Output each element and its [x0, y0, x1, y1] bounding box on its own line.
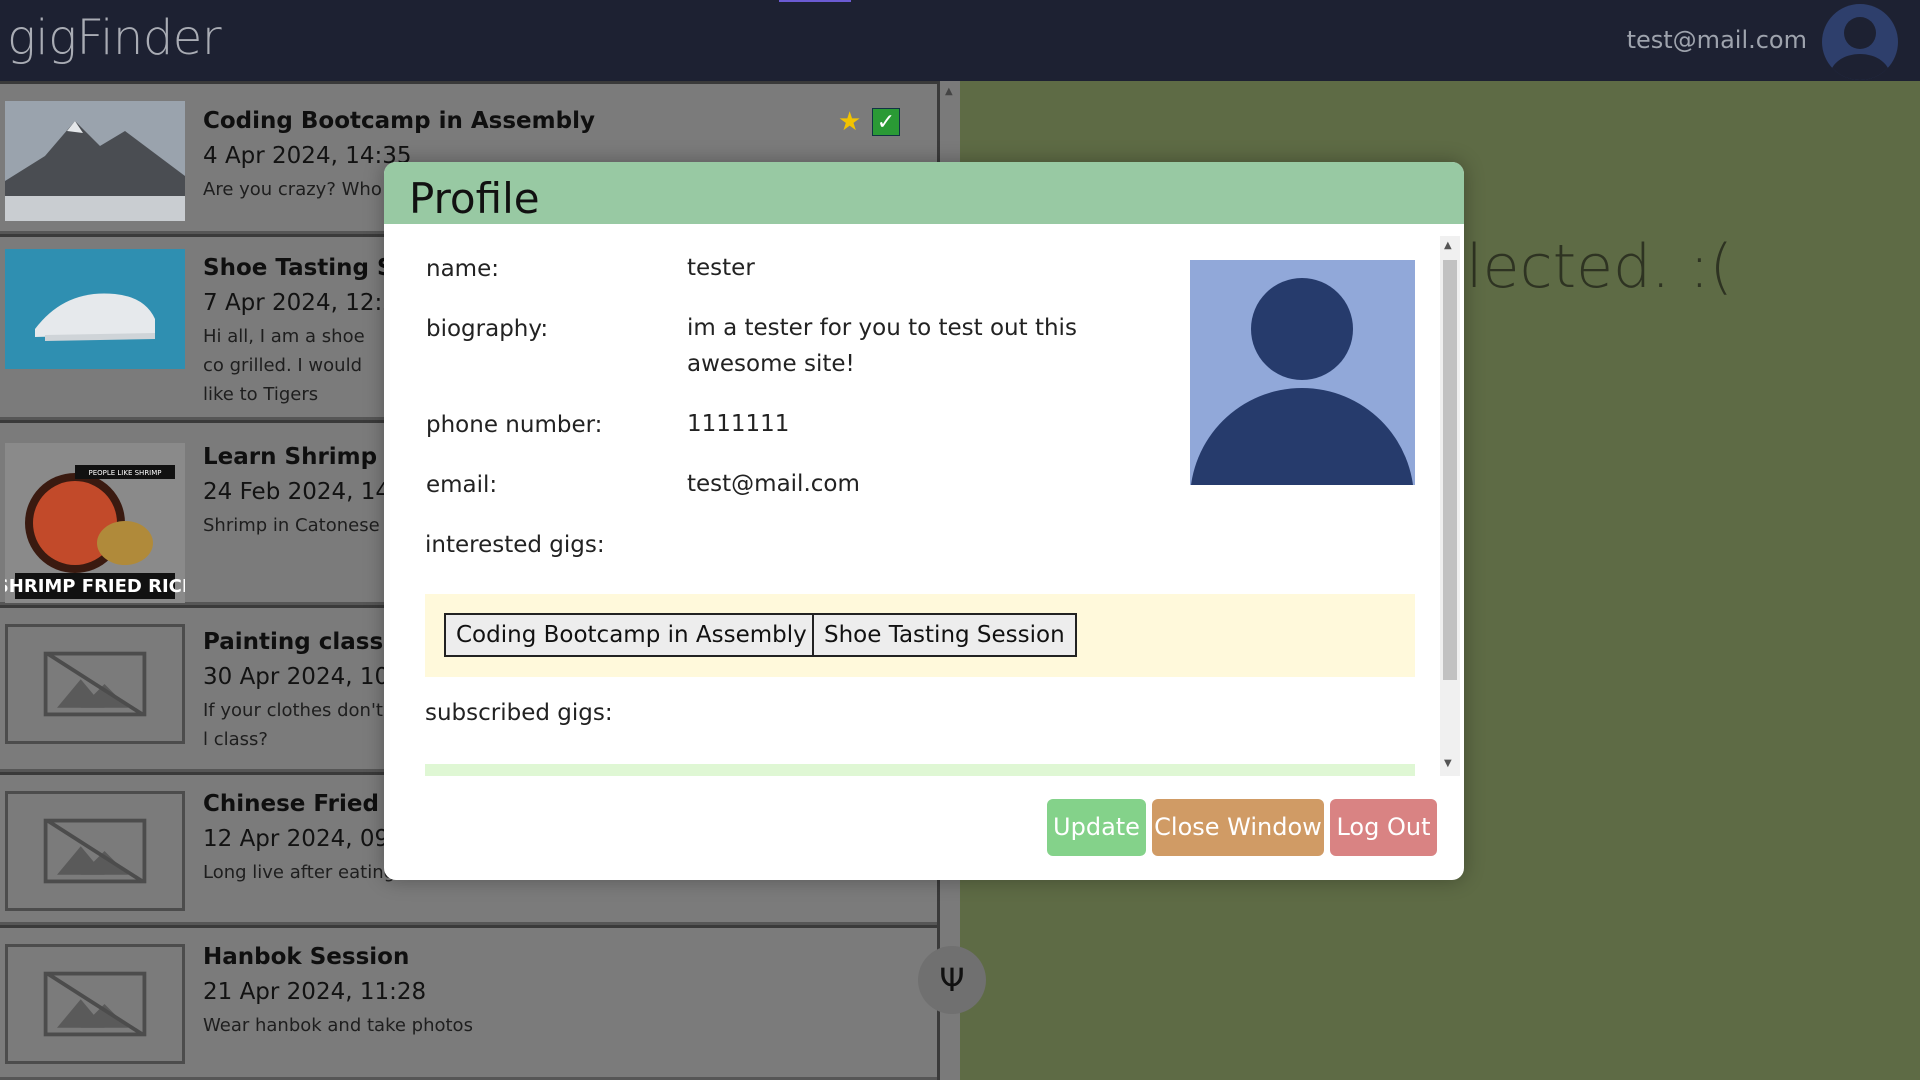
star-icon[interactable]: ★ [838, 108, 866, 136]
shrimp-thumb-label: SHRIMP FRIED RICE [5, 576, 185, 597]
interested-gig-chip[interactable]: Shoe Tasting Session [812, 613, 1077, 657]
subscribed-gigs-list [425, 764, 1415, 776]
biography-value: im a tester for you to test out this awe… [687, 315, 1077, 377]
gig-title: Painting class [203, 629, 384, 655]
scroll-up-arrow-icon[interactable]: ▲ [1444, 240, 1452, 251]
app-title[interactable]: gigFinder [7, 10, 222, 66]
check-icon[interactable]: ✓ [872, 108, 900, 136]
gig-date: 4 Apr 2024, 14:35 [203, 143, 412, 169]
interested-gig-chip[interactable]: Coding Bootcamp in Assembly [444, 613, 819, 657]
shrimp-thumb-caption: PEOPLE LIKE SHRIMP [88, 469, 161, 477]
interested-gigs-list: Coding Bootcamp in Assembly Shoe Tasting… [425, 594, 1415, 677]
email-value: test@mail.com [687, 471, 860, 497]
modal-footer: Update Close Window Log Out [384, 780, 1464, 880]
phone-value: 1111111 [687, 411, 790, 437]
modal-scrollbar[interactable]: ▲ ▼ [1440, 236, 1460, 776]
scroll-up-arrow-icon[interactable]: ▲ [945, 86, 953, 97]
header-accent-bar [779, 0, 851, 2]
update-button[interactable]: Update [1047, 799, 1146, 856]
gig-thumbnail-image [5, 249, 185, 369]
modal-title: Profile [409, 174, 540, 223]
user-email[interactable]: test@mail.com [1627, 26, 1807, 54]
email-label: email: [426, 472, 498, 498]
gig-title: Hanbok Session [203, 944, 410, 970]
gig-thumbnail-image: SHRIMP FRIED RICE PEOPLE LIKE SHRIMP [5, 443, 185, 603]
name-value: tester [687, 255, 755, 281]
modal-header: Profile [384, 162, 1464, 224]
profile-avatar-icon [1190, 260, 1415, 485]
gig-date: 7 Apr 2024, 12:20 [203, 290, 412, 316]
top-header: gigFinder test@mail.com [0, 0, 1920, 81]
gig-description: Hi all, I am a shoe co grilled. I would … [203, 326, 365, 405]
scroll-down-arrow-icon[interactable]: ▼ [1444, 758, 1452, 769]
gig-title: Coding Bootcamp in Assembly [203, 108, 595, 134]
image-placeholder-icon [5, 624, 185, 744]
gig-date: 21 Apr 2024, 11:28 [203, 979, 427, 1005]
gig-title: Chinese Fried N [203, 791, 407, 817]
gig-thumbnail-image [5, 101, 185, 221]
gig-date: 12 Apr 2024, 09:1 [203, 826, 412, 852]
gig-date: 24 Feb 2024, 14:1 [203, 479, 413, 505]
name-label: name: [426, 256, 499, 282]
gig-date: 30 Apr 2024, 10:4 [203, 664, 412, 690]
modal-body: name: tester biography: im a tester for … [384, 236, 1464, 776]
psi-icon: Ψ [939, 961, 965, 999]
image-placeholder-icon [5, 944, 185, 1064]
no-gig-selected-text: lected. :( [1466, 232, 1733, 302]
interested-gigs-label: interested gigs: [425, 532, 605, 558]
gig-card[interactable]: Hanbok Session 21 Apr 2024, 11:28 Wear h… [0, 928, 937, 1080]
filter-button[interactable]: Ψ [918, 946, 986, 1014]
phone-label: phone number: [426, 412, 603, 438]
close-window-button[interactable]: Close Window [1152, 799, 1324, 856]
gig-description: If your clothes don't l class? [203, 700, 383, 750]
gig-description: Wear hanbok and take photos [203, 1015, 473, 1036]
user-avatar-icon[interactable] [1822, 4, 1898, 80]
biography-label: biography: [426, 316, 549, 342]
image-placeholder-icon [5, 791, 185, 911]
log-out-button[interactable]: Log Out [1330, 799, 1437, 856]
gig-badges: ★ ✓ [838, 108, 900, 136]
subscribed-gigs-label: subscribed gigs: [425, 700, 613, 726]
modal-scrollbar-thumb[interactable] [1443, 260, 1457, 680]
profile-modal: Profile name: tester biography: im a tes… [384, 162, 1464, 880]
